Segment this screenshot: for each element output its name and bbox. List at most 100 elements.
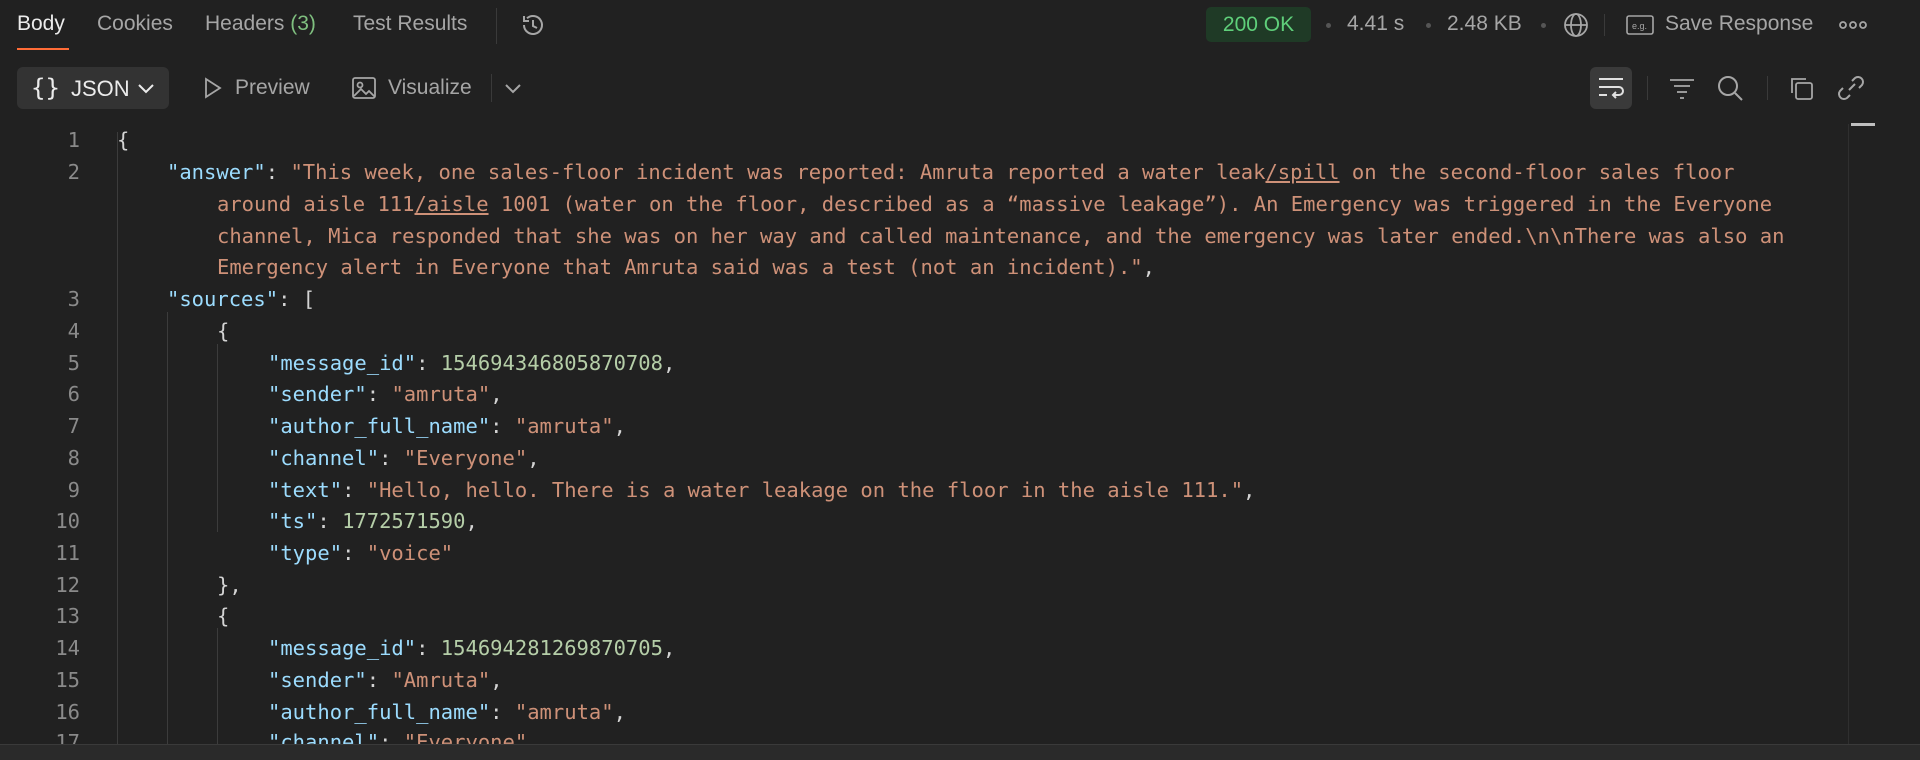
json-string: on the second-floor sales floor [1339, 160, 1735, 184]
code-line: "type": "voice" [268, 541, 454, 565]
json-string: "This week, one sales-floor incident was… [290, 160, 1266, 184]
line-number: 3 [67, 287, 80, 311]
response-tab-bar: Body Cookies Headers (3) Test Results 20… [0, 0, 1920, 52]
headers-count-badge: (3) [290, 12, 316, 35]
separator-dot [1326, 23, 1331, 28]
line-number: 4 [67, 319, 80, 343]
json-string: "Everyone" [403, 446, 528, 470]
code-line: "sources": [ [167, 287, 316, 311]
line-number: 7 [67, 414, 80, 438]
code-line: "channel": "Everyone", [268, 446, 540, 470]
code-line: channel, Mica responded that she was on … [217, 224, 1784, 248]
copy-icon[interactable] [1786, 73, 1816, 103]
code-line: "author_full_name": "amruta", [268, 414, 626, 438]
code-line: { [217, 319, 230, 343]
indent-guide [117, 132, 118, 744]
scrollbar-thumb[interactable] [1851, 123, 1875, 126]
search-icon[interactable] [1714, 72, 1746, 104]
globe-icon[interactable] [1560, 9, 1592, 41]
wrap-icon [1595, 72, 1627, 104]
json-string: "Hello, hello. There is a water leakage … [366, 478, 1244, 502]
tab-headers[interactable]: Headers (3) [205, 12, 316, 36]
json-number: 154694346805870708 [440, 351, 663, 375]
line-number: 8 [67, 446, 80, 470]
response-time[interactable]: 4.41 s [1347, 12, 1404, 36]
format-select-button[interactable]: {} JSON [17, 67, 169, 109]
json-string: "amruta" [514, 414, 614, 438]
indent-guide [217, 628, 218, 744]
line-number: 14 [55, 636, 80, 660]
preview-button[interactable]: Preview [235, 76, 310, 100]
line-number: 9 [67, 478, 80, 502]
line-number: 1 [67, 128, 80, 152]
json-key: "ts" [268, 509, 318, 533]
line-number: 13 [55, 604, 80, 628]
response-body-editor[interactable]: 1 2 3 4 5 6 7 8 9 10 11 12 13 14 15 16 1… [0, 124, 1848, 744]
json-key: "author_full_name" [268, 700, 491, 724]
status-code-badge[interactable]: 200 OK [1206, 7, 1311, 42]
example-icon[interactable]: e.g. [1624, 10, 1656, 40]
separator-dot [1426, 23, 1431, 28]
code-line: "channel": "Everyone", [268, 730, 540, 744]
toolbar-divider [1767, 76, 1768, 100]
json-string: 1001 (water on the floor, described as a… [488, 192, 1773, 216]
scrollbar-track[interactable] [1848, 124, 1849, 744]
tab-cookies[interactable]: Cookies [97, 12, 173, 36]
json-key: "channel" [268, 730, 380, 744]
json-key: "sender" [268, 382, 367, 406]
save-response-button[interactable]: Save Response [1665, 12, 1813, 36]
tab-test-results[interactable]: Test Results [353, 12, 467, 36]
json-string: "amruta" [391, 382, 491, 406]
more-icon[interactable] [1838, 12, 1868, 38]
svg-text:e.g.: e.g. [1632, 21, 1647, 31]
json-string: around aisle 111 [217, 192, 415, 216]
play-icon[interactable] [199, 75, 225, 101]
json-string: "Everyone" [403, 730, 528, 744]
code-line: "author_full_name": "amruta", [268, 700, 626, 724]
code-line: "sender": "amruta", [268, 382, 503, 406]
line-number: 6 [67, 382, 80, 406]
json-key: "channel" [268, 446, 380, 470]
code-line: around aisle 111/aisle 1001 (water on th… [217, 192, 1772, 216]
line-number: 2 [67, 160, 80, 184]
image-icon[interactable] [350, 74, 378, 102]
link-icon[interactable] [1836, 73, 1866, 103]
code-line: Emergency alert in Everyone that Amruta … [217, 255, 1155, 279]
code-line: "answer": "This week, one sales-floor in… [167, 160, 1735, 184]
chevron-down-icon [135, 77, 157, 99]
code-line: "message_id": 154694346805870708, [268, 351, 676, 375]
code-line: "sender": "Amruta", [268, 668, 503, 692]
visualize-button[interactable]: Visualize [388, 76, 472, 100]
filter-icon[interactable] [1666, 73, 1698, 103]
code-line: { [117, 128, 130, 152]
history-icon[interactable] [518, 10, 548, 40]
json-key: "type" [268, 541, 343, 565]
status-divider [1604, 14, 1605, 36]
indent-guide [217, 344, 218, 532]
json-key: "text" [268, 478, 343, 502]
wrap-lines-button[interactable] [1590, 67, 1632, 109]
json-number: 154694281269870705 [440, 636, 663, 660]
braces-icon: {} [31, 74, 60, 102]
format-label: JSON [71, 76, 130, 101]
json-key: "sender" [268, 668, 367, 692]
response-size[interactable]: 2.48 KB [1447, 12, 1522, 36]
line-number: 12 [55, 573, 80, 597]
line-number: 16 [55, 700, 80, 724]
bottom-strip [0, 744, 1920, 760]
code-line: { [217, 604, 230, 628]
tab-divider [496, 8, 497, 44]
tab-headers-label: Headers [205, 12, 285, 35]
tab-body[interactable]: Body [17, 12, 65, 36]
line-number: 17 [55, 730, 80, 744]
active-tab-indicator [17, 48, 69, 50]
json-string: /spill [1265, 160, 1340, 184]
json-string: "amruta" [514, 700, 614, 724]
separator-dot [1541, 23, 1546, 28]
json-string: "Amruta" [391, 668, 491, 692]
json-string: /aisle [414, 192, 489, 216]
line-number: 15 [55, 668, 80, 692]
code-line: "message_id": 154694281269870705, [268, 636, 676, 660]
json-key: "message_id" [268, 351, 417, 375]
chevron-down-icon[interactable] [502, 77, 524, 99]
